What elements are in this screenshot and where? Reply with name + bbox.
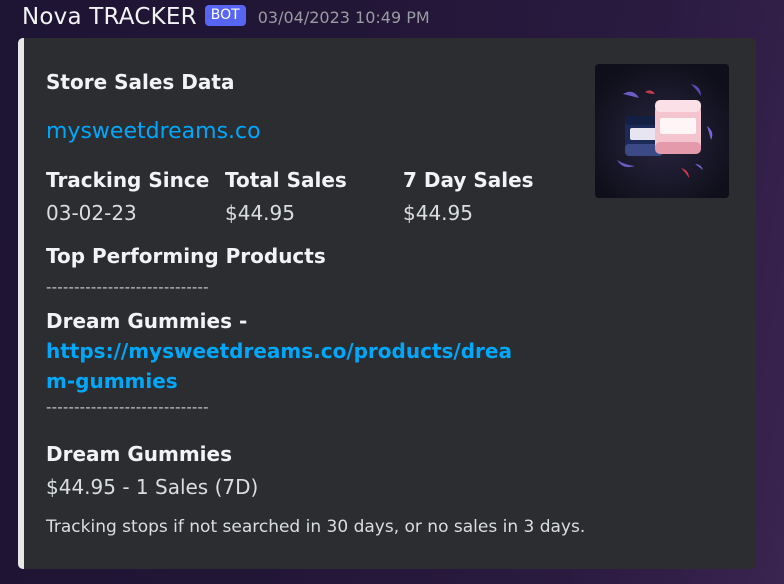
product-summary-detail: $44.95 - 1 Sales (7D) [46, 475, 259, 499]
divider-line: ----------------------------- [46, 278, 209, 296]
store-link[interactable]: mysweetdreams.co [46, 119, 261, 144]
field-value: $44.95 [225, 201, 295, 225]
product-entry: Dream Gummies - https://mysweetdreams.co… [46, 306, 546, 396]
top-products-title: Top Performing Products [46, 244, 326, 268]
field-7-day-sales: 7 Day Sales $44.95 [403, 168, 534, 225]
field-value: $44.95 [403, 201, 473, 225]
field-value: 03-02-23 [46, 201, 137, 225]
message-timestamp: 03/04/2023 10:49 PM [257, 7, 430, 27]
embed-card: Store Sales Data mysweetdreams.co Tracki… [18, 38, 756, 569]
product-name: Dream Gummies - [46, 309, 248, 333]
field-name: 7 Day Sales [403, 168, 534, 192]
product-summary-name: Dream Gummies [46, 442, 232, 466]
message-header: Nova TRACKER BOT 03/04/2023 10:49 PM [22, 2, 430, 32]
tracking-note: Tracking stops if not searched in 30 day… [46, 517, 586, 537]
field-name: Tracking Since [46, 168, 210, 192]
bot-badge: BOT [204, 4, 246, 26]
field-tracking-since: Tracking Since 03-02-23 [46, 168, 209, 225]
pink-jar-shape [655, 100, 701, 154]
product-link[interactable]: https://mysweetdreams.co/products/dream-… [46, 336, 516, 396]
divider-line: ----------------------------- [46, 398, 209, 416]
gummies-jars-graphic [595, 64, 729, 198]
username[interactable]: Nova TRACKER [22, 4, 197, 30]
embed-title: Store Sales Data [46, 70, 235, 94]
field-total-sales: Total Sales $44.95 [225, 168, 347, 225]
field-name: Total Sales [225, 168, 347, 192]
product-thumbnail-image[interactable] [595, 64, 729, 198]
